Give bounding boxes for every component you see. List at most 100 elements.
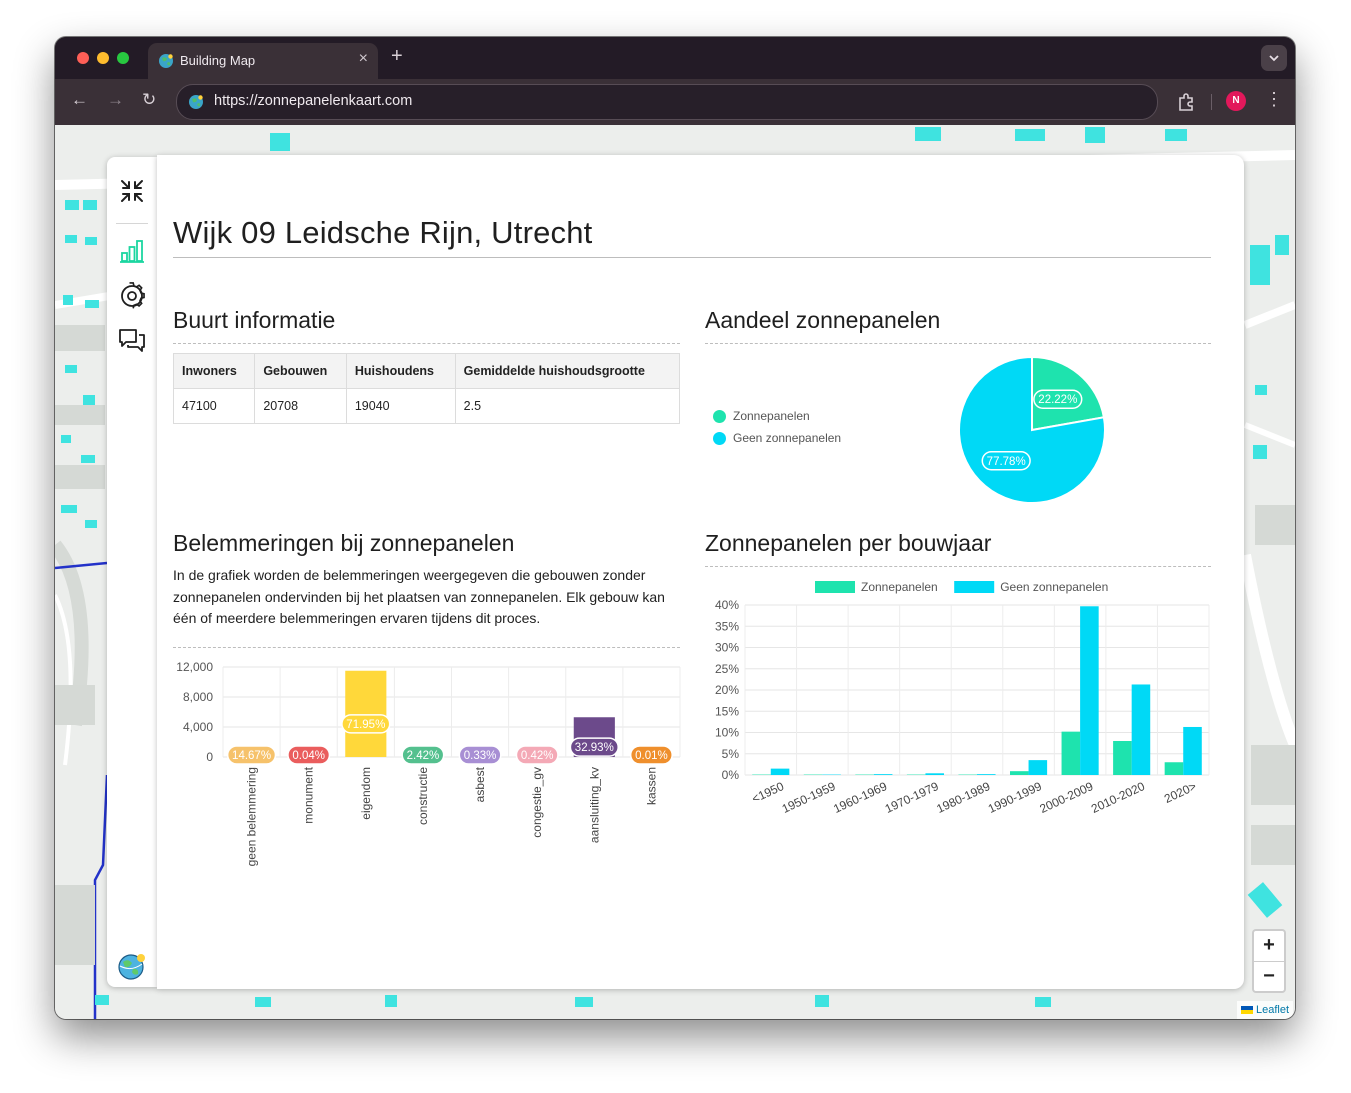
table-cell: 2.5 — [454, 388, 681, 424]
legend-label: Zonnepanelen — [861, 580, 938, 594]
info-panel: Wijk 09 Leidsche Rijn, Utrecht Buurt inf… — [157, 155, 1244, 989]
title-bar: Building Map × + — [55, 37, 1295, 79]
tab-title: Building Map — [180, 53, 256, 68]
bar[interactable] — [1061, 731, 1081, 775]
neighbourhood-info-table: Inwoners Gebouwen Huishoudens Gemiddelde… — [172, 353, 681, 424]
map-viewport[interactable]: Wijk 09 Leidsche Rijn, Utrecht Buurt inf… — [55, 125, 1295, 1019]
x-tick-group: congestie_gv — [530, 767, 544, 838]
section-heading-per-bouwjaar: Zonnepanelen per bouwjaar — [705, 530, 992, 556]
close-window-button[interactable] — [77, 52, 89, 64]
x-tick-label: geen belemmering — [245, 767, 259, 866]
new-tab-button[interactable]: + — [391, 46, 403, 66]
x-tick-label: 2010-2020 — [1089, 779, 1147, 816]
y-tick-label: 10% — [715, 726, 739, 740]
data-label: 71.95% — [346, 719, 385, 731]
bar-chart-icon[interactable] — [118, 237, 146, 265]
table-header-cell: Gemiddelde huishoudsgrootte — [454, 353, 681, 389]
browser-toolbar: ← → ↻ https://zonnepanelenkaart.com N ⋮ — [55, 79, 1295, 125]
bar[interactable] — [925, 773, 945, 775]
x-tick-group: 2010-2020 — [1089, 779, 1147, 816]
address-bar[interactable]: https://zonnepanelenkaart.com — [176, 84, 1158, 120]
profile-avatar[interactable]: N — [1226, 91, 1246, 111]
x-tick-group: 2020> — [1162, 779, 1198, 806]
legend-swatch[interactable] — [954, 581, 995, 593]
bar[interactable] — [1028, 760, 1048, 775]
table-header-cell: Inwoners — [172, 353, 256, 389]
x-tick-group: asbest — [473, 766, 487, 802]
minimize-window-button[interactable] — [97, 52, 109, 64]
obstacles-description: In de grafiek worden de belemmeringen we… — [173, 567, 665, 626]
section-divider — [173, 343, 680, 344]
chat-icon[interactable] — [118, 327, 146, 355]
collapse-icon[interactable] — [118, 177, 146, 205]
gear-icon[interactable] — [118, 282, 146, 310]
bar[interactable] — [873, 774, 893, 775]
x-tick-label: 2020> — [1162, 779, 1198, 806]
reload-button[interactable]: ↻ — [142, 91, 156, 109]
tab-search-button[interactable] — [1261, 45, 1287, 71]
bar[interactable] — [1113, 741, 1132, 775]
table-cell: 47100 — [172, 388, 256, 424]
x-tick-group: 1980-1989 — [934, 779, 992, 816]
x-tick-label: eigendom — [359, 767, 373, 820]
x-tick-label: 1990-1999 — [986, 779, 1044, 816]
share-pie-chart[interactable]: 22.22% 77.78% — [947, 345, 1117, 515]
x-tick-label: kassen — [644, 767, 658, 805]
table-cell: 20708 — [254, 388, 347, 424]
bar[interactable] — [977, 774, 996, 775]
x-tick-label: congestie_gv — [530, 767, 544, 838]
table-header-row: Inwoners Gebouwen Huishoudens Gemiddelde… — [172, 353, 681, 389]
build-year-bar-chart[interactable]: Zonnepanelen Geen zonnepanelen 0% 5% 10% 15% 2… — [697, 575, 1217, 835]
section-divider — [705, 566, 1211, 567]
maximize-window-button[interactable] — [117, 52, 129, 64]
bar[interactable] — [1183, 726, 1202, 775]
x-tick-label: constructie — [416, 767, 430, 825]
forward-button[interactable]: → — [107, 91, 124, 109]
table-header-cell: Gebouwen — [254, 353, 347, 389]
x-tick-group: eigendom — [359, 767, 373, 820]
data-label: 0.42% — [521, 750, 554, 762]
x-tick-label: asbest — [473, 766, 487, 802]
page-title: Wijk 09 Leidsche Rijn, Utrecht — [173, 215, 593, 250]
x-tick-group: geen belemmering — [245, 767, 259, 866]
bar[interactable] — [1131, 684, 1151, 775]
legend-swatch — [713, 432, 726, 445]
y-tick-label: 35% — [715, 619, 739, 633]
bar[interactable] — [1164, 762, 1184, 775]
browser-menu-button[interactable]: ⋮ — [1265, 89, 1283, 110]
section-heading-belemmeringen: Belemmeringen bij zonnepanelen — [173, 530, 515, 556]
x-tick-label: 1950-1959 — [780, 779, 838, 816]
x-tick-group: 1970-1979 — [883, 779, 941, 816]
back-button[interactable]: ← — [71, 91, 88, 109]
x-tick-group: monument — [302, 766, 316, 823]
zoom-in-button[interactable]: + — [1254, 931, 1284, 962]
data-label: 0.01% — [635, 750, 668, 762]
x-tick-group: 1950-1959 — [780, 779, 838, 816]
zoom-out-button[interactable]: − — [1254, 962, 1284, 992]
bar[interactable] — [770, 768, 790, 775]
leaflet-link[interactable]: Leaflet — [1256, 1004, 1289, 1016]
data-label: 0.33% — [464, 750, 497, 762]
y-tick-label: 0% — [722, 768, 740, 782]
section-heading-aandeel-zonnepanelen: Aandeel zonnepanelen — [705, 307, 941, 333]
ukraine-flag-icon — [1241, 1006, 1253, 1015]
x-tick-group: kassen — [644, 767, 658, 805]
x-tick-group: aansluiting_kv — [587, 767, 601, 843]
legend-swatch[interactable] — [815, 581, 855, 593]
legend-label: Geen zonnepanelen — [1000, 580, 1108, 594]
toolbar-separator — [1211, 94, 1212, 110]
bar[interactable] — [1009, 771, 1029, 775]
y-tick-label: 20% — [715, 683, 739, 697]
data-label: 22.22% — [1038, 394, 1077, 406]
legend-label: Geen zonnepanelen — [733, 431, 842, 445]
bar[interactable] — [345, 670, 387, 757]
browser-tab[interactable]: Building Map × — [148, 43, 378, 79]
y-tick-label: 15% — [715, 704, 739, 718]
obstacles-bar-chart[interactable]: 0 4,000 8,000 12,000 14.67% geen belemmering 0… — [157, 655, 687, 866]
tab-close-icon[interactable]: × — [359, 50, 368, 68]
logo-globe-icon — [118, 954, 145, 980]
bar[interactable] — [1080, 606, 1099, 775]
sidebar — [107, 157, 157, 987]
table-header-cell: Huishoudens — [345, 353, 456, 389]
extensions-puzzle-icon[interactable] — [1175, 91, 1197, 113]
